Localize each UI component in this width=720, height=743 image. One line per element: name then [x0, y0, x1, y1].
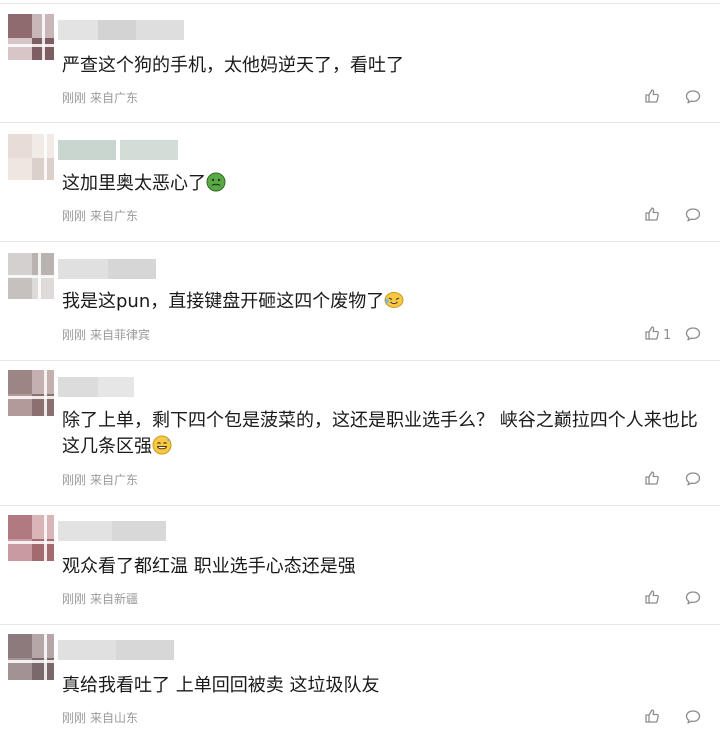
crying-laughing-face-icon	[384, 290, 404, 310]
comment-time: 刚刚	[62, 91, 87, 105]
comment-bubble-icon	[684, 591, 702, 611]
like-button[interactable]	[644, 206, 684, 226]
comment-meta: 刚刚 来自广东	[62, 473, 138, 487]
like-button[interactable]	[644, 470, 684, 490]
thumbs-up-icon	[644, 708, 660, 728]
username-blurred[interactable]	[58, 140, 178, 160]
comment-bubble-icon	[684, 90, 702, 110]
like-button[interactable]	[644, 589, 684, 609]
avatar[interactable]	[8, 370, 54, 416]
comment-bubble-icon	[684, 208, 702, 228]
comment-time: 刚刚	[62, 209, 87, 223]
thumbs-up-icon	[644, 88, 660, 108]
username-blurred[interactable]	[58, 640, 174, 660]
comment-time: 刚刚	[62, 473, 87, 487]
avatar[interactable]	[8, 134, 54, 180]
nauseated-face-icon	[206, 172, 226, 192]
comment-location: 来自菲律宾	[90, 328, 151, 342]
comment-list: 严查这个狗的手机，太他妈逆天了，看吐了 刚刚 来自广东 这加里奥太恶心了 刚刚 …	[0, 0, 720, 743]
divider	[0, 624, 720, 625]
comment-bubble-icon	[684, 472, 702, 492]
reply-button[interactable]	[684, 206, 702, 224]
comment-bubble-icon	[684, 710, 702, 730]
reply-button[interactable]	[684, 88, 702, 106]
divider	[0, 122, 720, 123]
comment-location: 来自广东	[90, 473, 139, 487]
comment-text: 除了上单，剩下四个包是菠菜的，这还是职业选手么？ 峡谷之巅拉四个人来也比这几条区…	[62, 410, 698, 457]
comment-location: 来自新疆	[90, 592, 139, 606]
avatar[interactable]	[8, 14, 54, 60]
sweat-smile-face-icon	[152, 435, 172, 455]
username-blurred[interactable]	[58, 377, 134, 397]
comment-text: 这加里奥太恶心了	[62, 171, 712, 197]
like-button[interactable]	[644, 88, 684, 108]
comment-meta: 刚刚 来自广东	[62, 91, 138, 105]
reply-button[interactable]	[684, 470, 702, 488]
comment-meta: 刚刚 来自山东	[62, 711, 138, 725]
reply-button[interactable]	[684, 708, 702, 726]
comment-location: 来自山东	[90, 711, 139, 725]
divider	[0, 505, 720, 506]
like-button[interactable]	[644, 708, 684, 728]
comment-bubble-icon	[684, 327, 702, 347]
like-count: 1	[663, 327, 672, 343]
like-button[interactable]: 1	[644, 325, 684, 345]
comment-text: 真给我看吐了 上单回回被卖 这垃圾队友	[62, 675, 380, 696]
comment-meta: 刚刚 来自广东	[62, 209, 138, 223]
thumbs-up-icon	[644, 325, 660, 345]
comment-meta: 刚刚 来自菲律宾	[62, 328, 150, 342]
thumbs-up-icon	[644, 206, 660, 226]
username-blurred[interactable]	[58, 521, 166, 541]
avatar[interactable]	[8, 515, 54, 561]
avatar[interactable]	[8, 253, 54, 299]
divider	[0, 360, 720, 361]
divider	[0, 3, 720, 4]
reply-button[interactable]	[684, 325, 702, 343]
comment-location: 来自广东	[90, 209, 139, 223]
comment-time: 刚刚	[62, 711, 87, 725]
comment-text: 我是这pun，直接键盘开砸这四个废物了	[62, 289, 712, 315]
thumbs-up-icon	[644, 470, 660, 490]
comment-time: 刚刚	[62, 328, 87, 342]
comment-time: 刚刚	[62, 592, 87, 606]
reply-button[interactable]	[684, 589, 702, 607]
divider	[0, 241, 720, 242]
comment-text: 观众看了都红温 职业选手心态还是强	[62, 556, 356, 577]
username-blurred[interactable]	[58, 259, 156, 279]
username-blurred[interactable]	[58, 20, 184, 40]
avatar[interactable]	[8, 634, 54, 680]
thumbs-up-icon	[644, 589, 660, 609]
comment-text: 严查这个狗的手机，太他妈逆天了，看吐了	[62, 55, 404, 76]
comment-location: 来自广东	[90, 91, 139, 105]
comment-meta: 刚刚 来自新疆	[62, 592, 138, 606]
